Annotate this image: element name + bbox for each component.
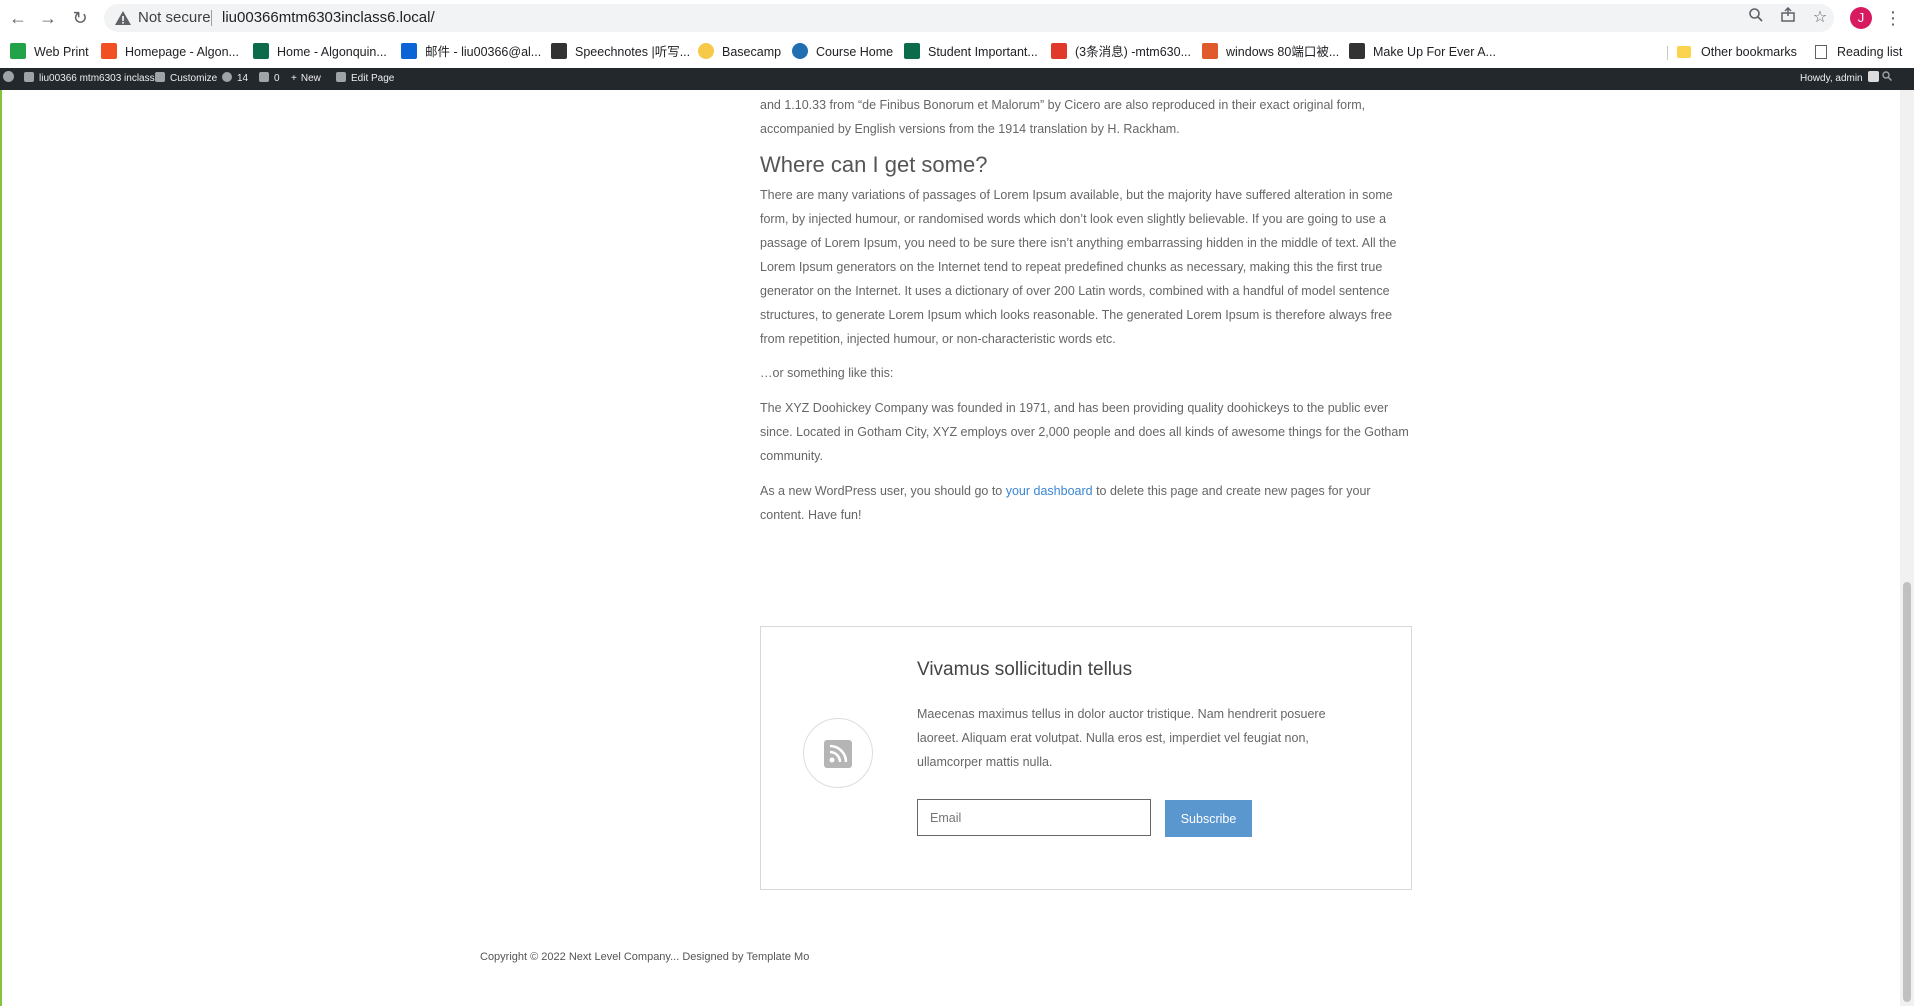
brush-icon: [155, 72, 165, 82]
article-body: There are many variations of passages of…: [760, 183, 1410, 527]
wp-admin-bar: liu00366 mtm6303 inclass6 Customize 14 0…: [0, 68, 1914, 90]
bookmark-favicon-icon: [904, 43, 920, 59]
search-icon[interactable]: [1882, 68, 1893, 90]
bookmark-home-algonquin[interactable]: Home - Algonquin...: [253, 43, 387, 61]
new-content-link[interactable]: + New: [291, 68, 321, 90]
bookmark-web-print[interactable]: Web Print: [10, 43, 89, 61]
comment-icon: [259, 72, 269, 82]
intro-line: and 1.10.33 from “de Finibus Bonorum et …: [760, 98, 1366, 112]
page-left-border: [0, 90, 2, 1006]
email-field[interactable]: [917, 799, 1151, 836]
omnibox-divider: [211, 10, 212, 26]
share-icon[interactable]: [1777, 6, 1799, 29]
paragraph: …or something like this:: [760, 366, 894, 380]
forward-arrow-icon[interactable]: →: [36, 6, 60, 30]
bookmark-student-important[interactable]: Student Important...: [904, 43, 1038, 61]
bookmark-favicon-icon: [551, 43, 567, 59]
bookmark-speechnotes[interactable]: Speechnotes |听写...: [551, 43, 690, 61]
rss-icon: [824, 740, 852, 768]
bookmark-favicon-icon: [253, 43, 269, 59]
address-bar[interactable]: Not secure liu00366mtm6303inclass6.local…: [104, 4, 1834, 32]
back-arrow-icon[interactable]: ←: [6, 6, 30, 30]
bookmark-favicon-icon: [101, 43, 117, 59]
bookmark-mtm630[interactable]: (3条消息) -mtm630...: [1051, 43, 1191, 61]
bookmark-favicon-icon: [698, 43, 714, 59]
bookmark-favicon-icon: [1202, 43, 1218, 59]
bookmark-mail[interactable]: 邮件 - liu00366@al...: [401, 43, 541, 61]
warning-icon[interactable]: [114, 9, 132, 27]
folder-icon: [1677, 46, 1691, 58]
reading-list-icon: [1815, 45, 1827, 59]
avatar-icon: [1867, 71, 1879, 82]
zoom-icon[interactable]: [1745, 7, 1767, 29]
profile-avatar[interactable]: J: [1850, 7, 1872, 29]
subscribe-description: Maecenas maximus tellus in dolor auctor …: [917, 707, 1326, 769]
bookmark-windows-80[interactable]: windows 80端口被...: [1202, 43, 1339, 61]
paragraph: As a new WordPress user, you should go t…: [760, 484, 1371, 522]
browser-toolbar: ← → ↻ Not secure liu00366mtm6303inclass6…: [0, 0, 1914, 36]
updates-icon: [222, 72, 232, 82]
bookmark-favicon-icon: [792, 43, 808, 59]
edit-page-link[interactable]: Edit Page: [336, 68, 394, 90]
subscribe-button[interactable]: Subscribe: [1165, 800, 1252, 837]
menu-dots-icon[interactable]: ⋮: [1884, 6, 1902, 30]
bookmark-favicon-icon: [1051, 43, 1067, 59]
subscribe-title: Vivamus sollicitudin tellus: [917, 659, 1133, 680]
reload-icon[interactable]: ↻: [68, 6, 92, 30]
customize-link[interactable]: Customize: [155, 68, 217, 90]
home-icon: [24, 72, 34, 82]
bookmark-favicon-icon: [401, 43, 417, 59]
star-icon[interactable]: ☆: [1809, 7, 1831, 29]
paragraph: There are many variations of passages of…: [760, 188, 1397, 346]
intro-line: accompanied by English versions from the…: [760, 122, 1180, 136]
footer-copyright: Copyright © 2022 Next Level Company... D…: [480, 951, 810, 963]
dashboard-link[interactable]: your dashboard: [1006, 484, 1093, 498]
bookmark-favicon-icon: [1349, 43, 1365, 59]
other-bookmarks[interactable]: Other bookmarks: [1677, 43, 1797, 61]
rss-badge: [803, 718, 873, 788]
bookmarks-bar: Web Print Homepage - Algon... Home - Alg…: [0, 36, 1914, 69]
bookmark-basecamp[interactable]: Basecamp: [698, 43, 781, 61]
updates-link[interactable]: 14: [222, 68, 248, 90]
site-name-link[interactable]: liu00366 mtm6303 inclass6: [24, 68, 160, 90]
account-menu[interactable]: Howdy, admin: [1800, 68, 1879, 90]
section-heading: Where can I get some?: [760, 152, 988, 177]
plus-icon: +: [291, 73, 297, 84]
bookmark-course-home[interactable]: Course Home: [792, 43, 893, 61]
bookmarks-divider: [1667, 46, 1668, 60]
reading-list[interactable]: Reading list: [1815, 43, 1902, 61]
url-text[interactable]: liu00366mtm6303inclass6.local/: [222, 9, 435, 26]
paragraph: The XYZ Doohickey Company was founded in…: [760, 401, 1409, 463]
bookmark-homepage-algon[interactable]: Homepage - Algon...: [101, 43, 239, 61]
security-status[interactable]: Not secure: [138, 9, 211, 26]
bookmark-make-up[interactable]: Make Up For Ever A...: [1349, 43, 1496, 61]
comments-link[interactable]: 0: [259, 68, 280, 90]
pencil-icon: [336, 72, 346, 82]
bookmark-favicon-icon: [10, 43, 26, 59]
wordpress-logo-icon[interactable]: [3, 68, 19, 90]
scrollbar-thumb[interactable]: [1903, 582, 1911, 1002]
